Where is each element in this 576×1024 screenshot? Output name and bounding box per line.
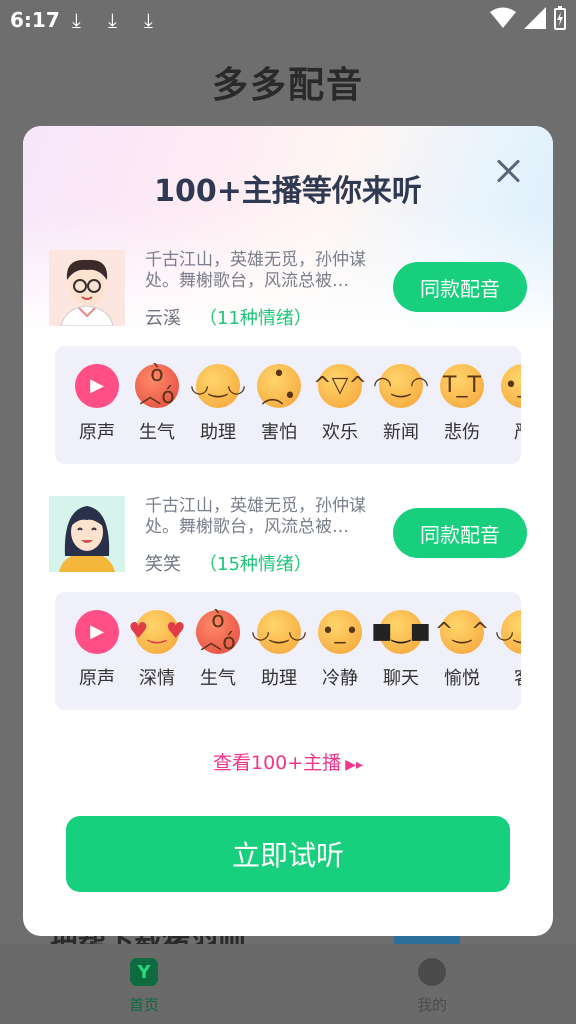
emotion-strip: ▶ 原声 ò︿ó 生气 ◡‿◡ 助理 •︵• 害怕 ^▽^ 欢乐 ◠‿◠ 新闻 … (55, 346, 521, 464)
emotion-news[interactable]: ◠‿◠ 新闻 (371, 364, 431, 444)
emotion-angry[interactable]: ò︿ó 生气 (127, 364, 187, 444)
emotion-label: 聊天 (383, 668, 419, 689)
happy-face-icon: ^‿^ (435, 610, 489, 654)
home-icon: Y (130, 958, 158, 986)
anchor-description: 千古江山，英雄无觅，孙仲谋处。舞榭歌台，风流总被… (145, 250, 366, 291)
smile-face-icon: ◡‿◡ (495, 610, 521, 654)
nav-home[interactable]: Y 首页 (0, 944, 288, 1024)
afraid-face-icon: •︵• (257, 364, 301, 408)
status-bar: 6:17 ⤓ ⤓ ⤓ (0, 0, 576, 40)
emotion-label: 害怕 (261, 422, 297, 443)
emotion-label: 欢乐 (322, 422, 358, 443)
emotion-calm[interactable]: •_• 冷静 (310, 610, 370, 690)
view-more-label: 查看100+主播 (213, 752, 342, 774)
emotion-serious[interactable]: •_• 严 (493, 364, 521, 444)
nav-home-label: 首页 (128, 996, 159, 1014)
anchor-card: 千古江山，英雄无觅，孙仲谋处。舞榭歌台，风流总被… 云溪 （11种情绪） 同款配… (49, 250, 529, 330)
bottom-nav: Y 首页 我的 (0, 944, 576, 1024)
same-voice-button[interactable]: 同款配音 (393, 508, 527, 558)
same-voice-button[interactable]: 同款配音 (393, 262, 527, 312)
emotion-label: 冷静 (322, 668, 358, 689)
sunglasses-face-icon: ■‿■ (371, 610, 431, 654)
emotion-affectionate[interactable]: ♥‿♥ 深情 (127, 610, 187, 690)
play-icon: ▶ (75, 610, 119, 654)
emotion-label: 深情 (139, 668, 175, 689)
emotion-pleasant[interactable]: ^‿^ 愉悦 (432, 610, 492, 690)
close-icon[interactable] (493, 156, 523, 186)
wifi-icon (490, 7, 516, 28)
emotion-sad[interactable]: T_T 悲伤 (432, 364, 492, 444)
crying-face-icon: T_T (440, 364, 484, 408)
app-title: 多多配音 (211, 65, 364, 106)
emotion-label: 愉悦 (444, 668, 480, 689)
status-time: 6:17 (10, 8, 60, 32)
anchor-description: 千古江山，英雄无觅，孙仲谋处。舞榭歌台，风流总被… (145, 496, 366, 537)
emotion-chat[interactable]: ■‿■ 聊天 (371, 610, 431, 690)
emotion-afraid[interactable]: •︵• 害怕 (249, 364, 309, 444)
play-icon: ▶ (75, 364, 119, 408)
emotion-label: 客 (493, 664, 521, 690)
emotion-label: 悲伤 (444, 422, 480, 443)
emotion-label: 原声 (79, 668, 115, 689)
angry-face-icon: ò︿ó (196, 610, 240, 654)
smile-face-icon: ◡‿◡ (190, 364, 246, 408)
smile-face-icon: ◡‿◡ (251, 610, 307, 654)
avatar (49, 496, 125, 572)
emotion-assistant[interactable]: ◡‿◡ 助理 (249, 610, 309, 690)
arrow-right-icon: ▶▸ (345, 757, 363, 773)
angry-face-icon: ò︿ó (135, 364, 179, 408)
anchor-emotion-count: （15种情绪） (199, 554, 312, 575)
view-more-anchors-link[interactable]: 查看100+主播 ▶▸ (23, 748, 553, 775)
anchor-emotion-count: （11种情绪） (199, 308, 312, 329)
emotion-label: 原声 (79, 422, 115, 443)
emotion-original[interactable]: ▶ 原声 (67, 364, 127, 444)
anchor-name: 云溪 (145, 308, 181, 329)
grin-face-icon: ◠‿◠ (373, 364, 429, 408)
anchor-promo-dialog: 100+主播等你来听 千古江山，英雄无觅，孙仲谋处。舞榭歌台，风流总被… 云溪 … (23, 126, 553, 936)
signal-icon (524, 7, 546, 29)
serious-face-icon: •_• (501, 364, 521, 408)
download-icon: ⤓ (144, 8, 153, 32)
emotion-label: 助理 (261, 668, 297, 689)
avatar (49, 250, 125, 326)
emotion-guest[interactable]: ◡‿◡ 客 (493, 610, 521, 690)
profile-icon (418, 958, 446, 986)
download-icon: ⤓ (72, 8, 81, 32)
emotion-label: 助理 (200, 422, 236, 443)
emotion-original[interactable]: ▶ 原声 (67, 610, 127, 690)
dialog-title: 100+主播等你来听 (154, 174, 422, 209)
nav-profile-label: 我的 (416, 996, 447, 1014)
emotion-strip: ▶ 原声 ♥‿♥ 深情 ò︿ó 生气 ◡‿◡ 助理 •_• 冷静 ■‿■ 聊天 … (55, 592, 521, 710)
emotion-angry[interactable]: ò︿ó 生气 (188, 610, 248, 690)
nav-profile[interactable]: 我的 (288, 944, 576, 1024)
anchor-name: 笑笑 (145, 554, 181, 575)
heart-eyes-face-icon: ♥‿♥ (128, 610, 186, 654)
laugh-face-icon: ^▽^ (313, 364, 367, 408)
anchor-card: 千古江山，英雄无觅，孙仲谋处。舞榭歌台，风流总被… 笑笑 （15种情绪） 同款配… (49, 496, 529, 576)
emotion-label: 生气 (200, 668, 236, 689)
emotion-label: 严 (493, 418, 521, 444)
battery-icon (554, 6, 566, 30)
emotion-label: 新闻 (383, 422, 419, 443)
download-icon: ⤓ (108, 8, 117, 32)
emotion-label: 生气 (139, 422, 175, 443)
neutral-face-icon: •_• (318, 610, 362, 654)
listen-now-button[interactable]: 立即试听 (66, 816, 510, 892)
emotion-assistant[interactable]: ◡‿◡ 助理 (188, 364, 248, 444)
emotion-joy[interactable]: ^▽^ 欢乐 (310, 364, 370, 444)
